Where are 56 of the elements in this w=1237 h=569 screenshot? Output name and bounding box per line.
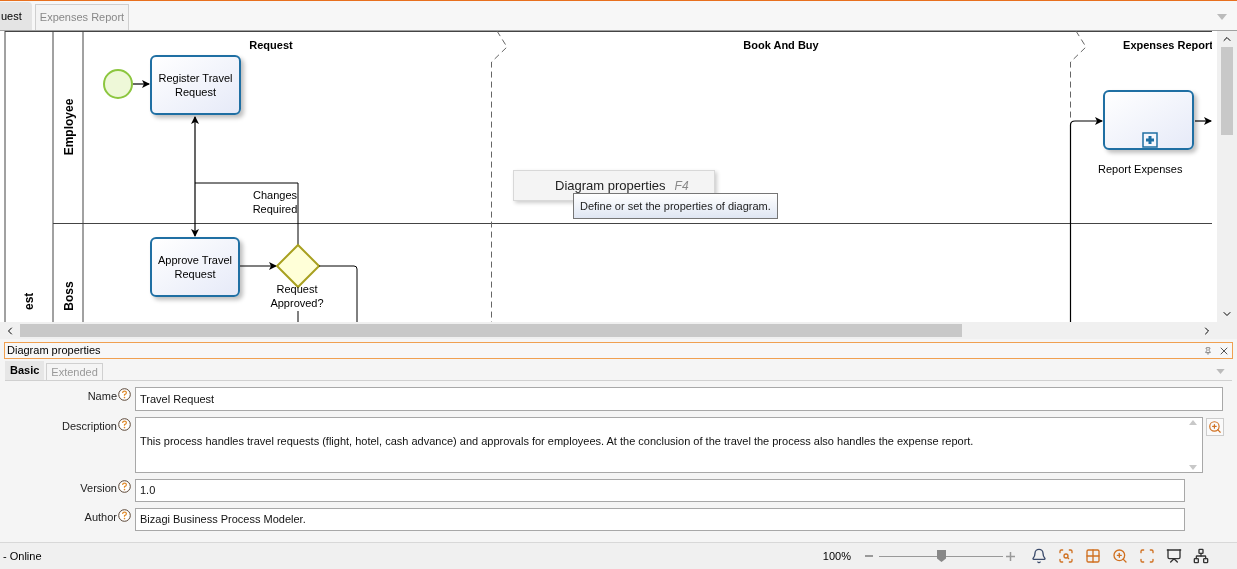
bell-icon[interactable] <box>1031 548 1047 564</box>
slider-thumb[interactable] <box>937 550 946 562</box>
input-field[interactable]: 1.0 <box>135 479 1185 502</box>
scroll-thumb[interactable] <box>1221 47 1233 135</box>
connector-line[interactable] <box>194 182 299 246</box>
task-label: Report Expenses <box>1098 162 1183 177</box>
zoom-in-icon[interactable] <box>1006 551 1015 561</box>
connector-arrow[interactable] <box>239 262 277 270</box>
pin-icon[interactable] <box>1204 346 1212 355</box>
scroll-thumb[interactable] <box>20 324 962 337</box>
shortcut-hint: F4 <box>674 178 689 194</box>
subprocess-box[interactable] <box>1103 90 1194 150</box>
phase-label: Book And Buy <box>743 39 819 51</box>
horizontal-scrollbar[interactable] <box>0 322 1237 339</box>
start-event[interactable] <box>103 69 133 99</box>
panel-tab[interactable]: Basic <box>5 361 45 380</box>
vertical-scrollbar[interactable] <box>1217 31 1237 322</box>
flow-label: Changes Required <box>251 188 299 216</box>
plus-marker-icon[interactable] <box>1142 132 1158 148</box>
input-field[interactable]: Bizagi Business Process Modeler. <box>135 508 1185 531</box>
fit-icon[interactable] <box>1139 548 1155 564</box>
grid-icon[interactable] <box>1085 548 1101 564</box>
zoom-level: 100% <box>822 548 851 564</box>
hierarchy-icon[interactable] <box>1193 548 1209 564</box>
zoom-in-icon <box>1208 420 1222 434</box>
connector-arrow[interactable] <box>191 181 199 237</box>
task-box[interactable]: Approve Travel Request <box>150 237 240 297</box>
task-box[interactable]: Register Travel Request <box>150 55 241 115</box>
tooltip: Define or set the properties of diagram. <box>573 193 778 219</box>
help-icon[interactable] <box>118 388 131 401</box>
help-icon[interactable] <box>118 509 131 522</box>
connector-arrow[interactable] <box>132 80 150 88</box>
help-icon[interactable] <box>118 418 131 431</box>
field-label: Description <box>61 419 117 434</box>
zoom-button[interactable] <box>1206 418 1224 436</box>
status-text: - Online <box>3 548 42 564</box>
help-icon[interactable] <box>118 480 131 493</box>
field-label: Version <box>80 481 117 496</box>
field-label: Name <box>87 389 117 404</box>
input-field[interactable]: Travel Request <box>135 387 1223 411</box>
zoom-in-icon[interactable] <box>1112 548 1128 564</box>
phase-label: Expenses Report <box>1123 39 1212 51</box>
pool-label: est <box>22 292 36 310</box>
zoom-slider[interactable] <box>879 549 1003 563</box>
search-icon[interactable] <box>1058 548 1074 564</box>
menu-item[interactable]: Diagram properties <box>555 178 666 194</box>
presentation-icon[interactable] <box>1166 548 1182 564</box>
field-label: Author <box>84 510 117 525</box>
phase-label: Request <box>249 39 293 51</box>
connector-arrow[interactable] <box>1194 117 1212 125</box>
gateway-label: Request Approved? <box>269 282 325 310</box>
document-tab[interactable]: uest <box>0 2 32 30</box>
panel-title: Diagram properties <box>7 343 101 359</box>
lane-label: Boss <box>62 281 76 311</box>
lane-label: Employee <box>62 98 76 156</box>
connector-arrow[interactable] <box>191 116 199 183</box>
